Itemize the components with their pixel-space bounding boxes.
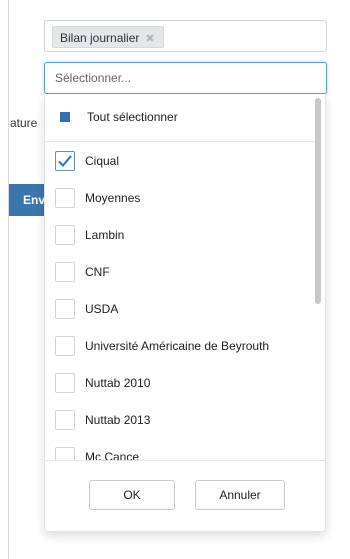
option-label: Mc Cance xyxy=(85,450,140,460)
list-item[interactable]: Nuttab 2013 xyxy=(45,403,315,437)
option-label: Nuttab 2010 xyxy=(85,376,151,390)
select-all-square-icon xyxy=(60,111,70,122)
dropdown-menu: Tout sélectionner Ciqual Moyennes Lambin… xyxy=(44,94,326,532)
checkbox[interactable] xyxy=(55,188,75,208)
checkbox[interactable] xyxy=(55,410,75,430)
checkbox[interactable] xyxy=(55,373,75,393)
options-list: Tout sélectionner Ciqual Moyennes Lambin… xyxy=(45,94,315,460)
select-all-option[interactable]: Tout sélectionner xyxy=(45,94,315,139)
checkbox[interactable] xyxy=(55,151,75,171)
checkbox[interactable] xyxy=(55,336,75,356)
checkmark-icon xyxy=(58,155,72,167)
list-item[interactable]: Lambin xyxy=(45,218,315,252)
checkbox[interactable] xyxy=(55,447,75,460)
option-label: CNF xyxy=(85,265,110,279)
option-label: Moyennes xyxy=(85,191,141,205)
cancel-button[interactable]: Annuler xyxy=(195,480,285,510)
scrollbar-thumb[interactable] xyxy=(315,98,321,304)
list-item[interactable]: Nuttab 2010 xyxy=(45,366,315,400)
list-item[interactable]: Mc Cance xyxy=(45,440,315,460)
search-input[interactable] xyxy=(44,62,327,94)
list-item[interactable]: CNF xyxy=(45,255,315,289)
list-item[interactable]: Moyennes xyxy=(45,181,315,215)
list-item[interactable]: USDA xyxy=(45,292,315,326)
footer-divider xyxy=(45,460,325,461)
checkbox[interactable] xyxy=(55,299,75,319)
option-label: Lambin xyxy=(85,228,125,242)
option-label: Université Américaine de Beyrouth xyxy=(85,339,270,353)
checkbox[interactable] xyxy=(55,262,75,282)
checkbox[interactable] xyxy=(55,225,75,245)
remove-tag-icon[interactable]: ✖ xyxy=(145,33,154,45)
selected-tag: Bilan journalier ✖ xyxy=(52,26,164,48)
tag-label: Bilan journalier xyxy=(60,31,140,45)
selected-tags-box[interactable]: Bilan journalier ✖ xyxy=(44,20,327,52)
option-label: Nuttab 2013 xyxy=(85,413,151,427)
field-label-partial: ature xyxy=(10,116,38,130)
select-all-label: Tout sélectionner xyxy=(87,109,178,124)
option-label: USDA xyxy=(85,302,119,316)
scrollbar[interactable] xyxy=(315,98,321,454)
list-item[interactable]: Ciqual xyxy=(45,144,315,178)
left-panel-border xyxy=(8,0,9,559)
list-item[interactable]: Université Américaine de Beyrouth xyxy=(45,329,315,363)
ok-button[interactable]: OK xyxy=(89,480,175,510)
list-divider xyxy=(45,141,315,142)
option-label: Ciqual xyxy=(85,154,120,168)
